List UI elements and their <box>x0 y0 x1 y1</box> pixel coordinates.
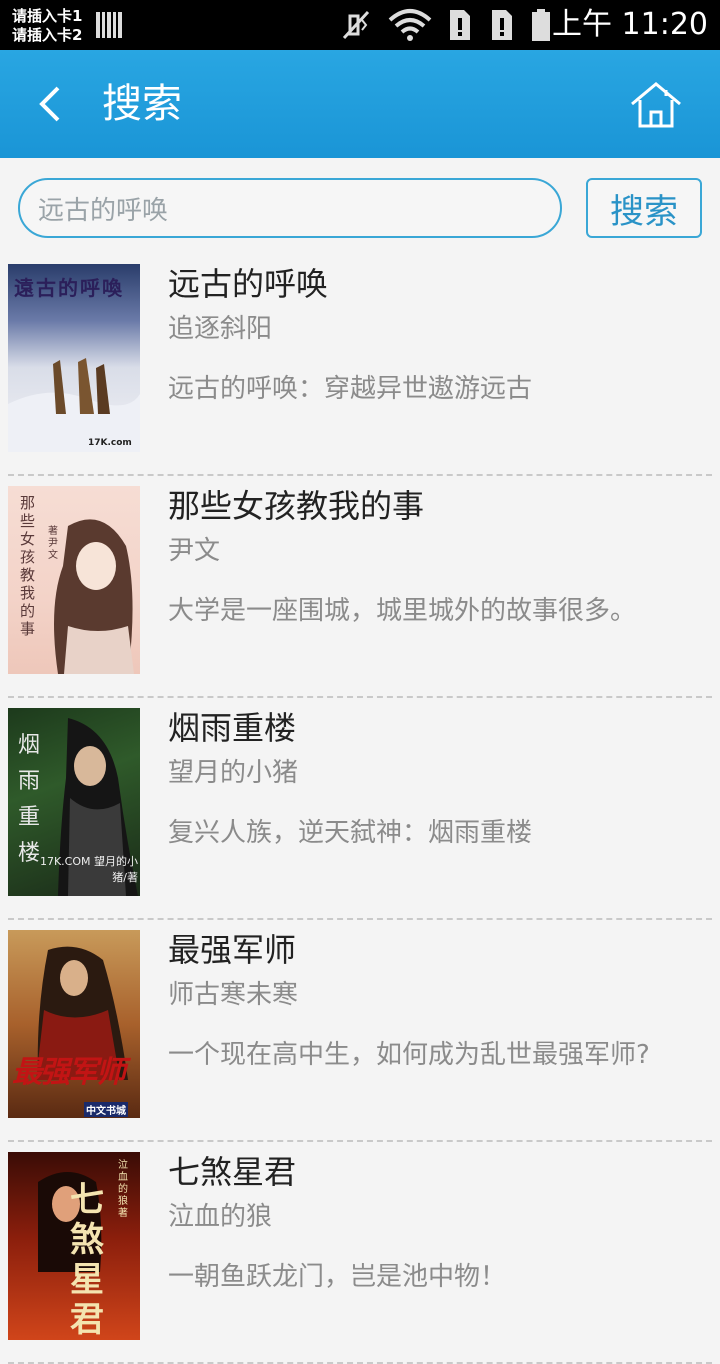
cover-title: 最强军师 <box>12 1055 126 1090</box>
sim2-text: 请插入卡2 <box>12 26 83 44</box>
book-cover: 烟雨重楼 17K.COM 望月的小猪/著 <box>8 708 140 896</box>
search-button[interactable]: 搜索 <box>586 178 702 238</box>
list-item[interactable]: 最强军师 中文书城 最强军师 师古寒未寒 一个现在高中生，如何成为乱世最强军师? <box>0 920 720 1142</box>
clock: 上午 11:20 <box>552 7 708 42</box>
book-cover: 那些女孩教我的事 著 尹文 <box>8 486 140 674</box>
book-title: 最强军师 <box>168 931 297 969</box>
book-description: 复兴人族，逆天弑神：烟雨重楼 <box>168 818 533 848</box>
book-cover: 最强军师 中文书城 <box>8 930 140 1118</box>
app-bar: 搜索 <box>0 50 720 158</box>
cover-title: 那些女孩教我的事 <box>20 494 36 638</box>
book-author: 师古寒未寒 <box>168 980 299 1010</box>
list-item[interactable]: 那些女孩教我的事 著 尹文 那些女孩教我的事 尹文 大学是一座围城，城里城外的故… <box>0 476 720 698</box>
home-button[interactable] <box>628 80 684 130</box>
cover-title: 烟雨重楼 <box>18 733 41 866</box>
signal-bars-icon <box>96 12 122 38</box>
book-author: 尹文 <box>168 536 221 566</box>
cover-credit: 17K.COM 望月的小猪/著 <box>39 855 138 884</box>
cover-credit: 17K.com <box>88 438 132 448</box>
book-description: 远古的呼唤：穿越异世遨游远古 <box>168 374 533 404</box>
home-icon <box>631 82 681 128</box>
list-item[interactable]: 七煞星君 泣血的狼 著 七煞星君 泣血的狼 一朝鱼跃龙门，岂是池中物！ <box>0 1142 720 1364</box>
cover-credit: 著 尹文 <box>48 526 58 561</box>
sim1-text: 请插入卡1 <box>12 7 83 25</box>
sim1-error-icon <box>450 10 470 40</box>
book-author: 泣血的狼 <box>168 1202 273 1232</box>
book-description: 一个现在高中生，如何成为乱世最强军师? <box>168 1040 650 1070</box>
book-author: 望月的小猪 <box>168 758 299 788</box>
book-title: 七煞星君 <box>168 1153 297 1191</box>
status-icons <box>340 8 552 42</box>
sim-status: 请插入卡1 请插入卡2 <box>12 7 82 45</box>
book-title: 那些女孩教我的事 <box>168 487 425 525</box>
page-title: 搜索 <box>102 81 182 127</box>
result-list: 遠古的呼喚 17K.com 远古的呼唤 追逐斜阳 远古的呼唤：穿越异世遨游远古 … <box>0 254 720 1364</box>
book-cover: 七煞星君 泣血的狼 著 <box>8 1152 140 1340</box>
wifi-icon <box>388 9 432 41</box>
list-item[interactable]: 遠古的呼喚 17K.com 远古的呼唤 追逐斜阳 远古的呼唤：穿越异世遨游远古 <box>0 254 720 476</box>
mute-vibrate-icon <box>342 10 370 40</box>
list-item[interactable]: 烟雨重楼 17K.COM 望月的小猪/著 烟雨重楼 望月的小猪 复兴人族，逆天弑… <box>0 698 720 920</box>
cover-title: 遠古的呼喚 <box>14 276 124 300</box>
cover-title: 七煞星君 <box>70 1180 104 1340</box>
book-title: 烟雨重楼 <box>168 709 297 747</box>
sim2-error-icon <box>492 10 512 40</box>
cover-credit: 泣血的狼 著 <box>118 1160 128 1219</box>
search-bar: 搜索 <box>0 158 720 254</box>
book-description: 一朝鱼跃龙门，岂是池中物！ <box>168 1262 507 1292</box>
book-description: 大学是一座围城，城里城外的故事很多。 <box>168 596 637 626</box>
status-bar: 请插入卡1 请插入卡2 上午 11:20 <box>0 0 720 50</box>
battery-icon <box>532 9 550 41</box>
book-title: 远古的呼唤 <box>168 265 329 303</box>
back-button[interactable] <box>30 82 74 126</box>
back-chevron-icon <box>39 86 60 122</box>
book-author: 追逐斜阳 <box>168 314 273 344</box>
search-input[interactable] <box>18 178 562 238</box>
cover-credit: 中文书城 <box>84 1102 128 1117</box>
book-cover: 遠古的呼喚 17K.com <box>8 264 140 452</box>
